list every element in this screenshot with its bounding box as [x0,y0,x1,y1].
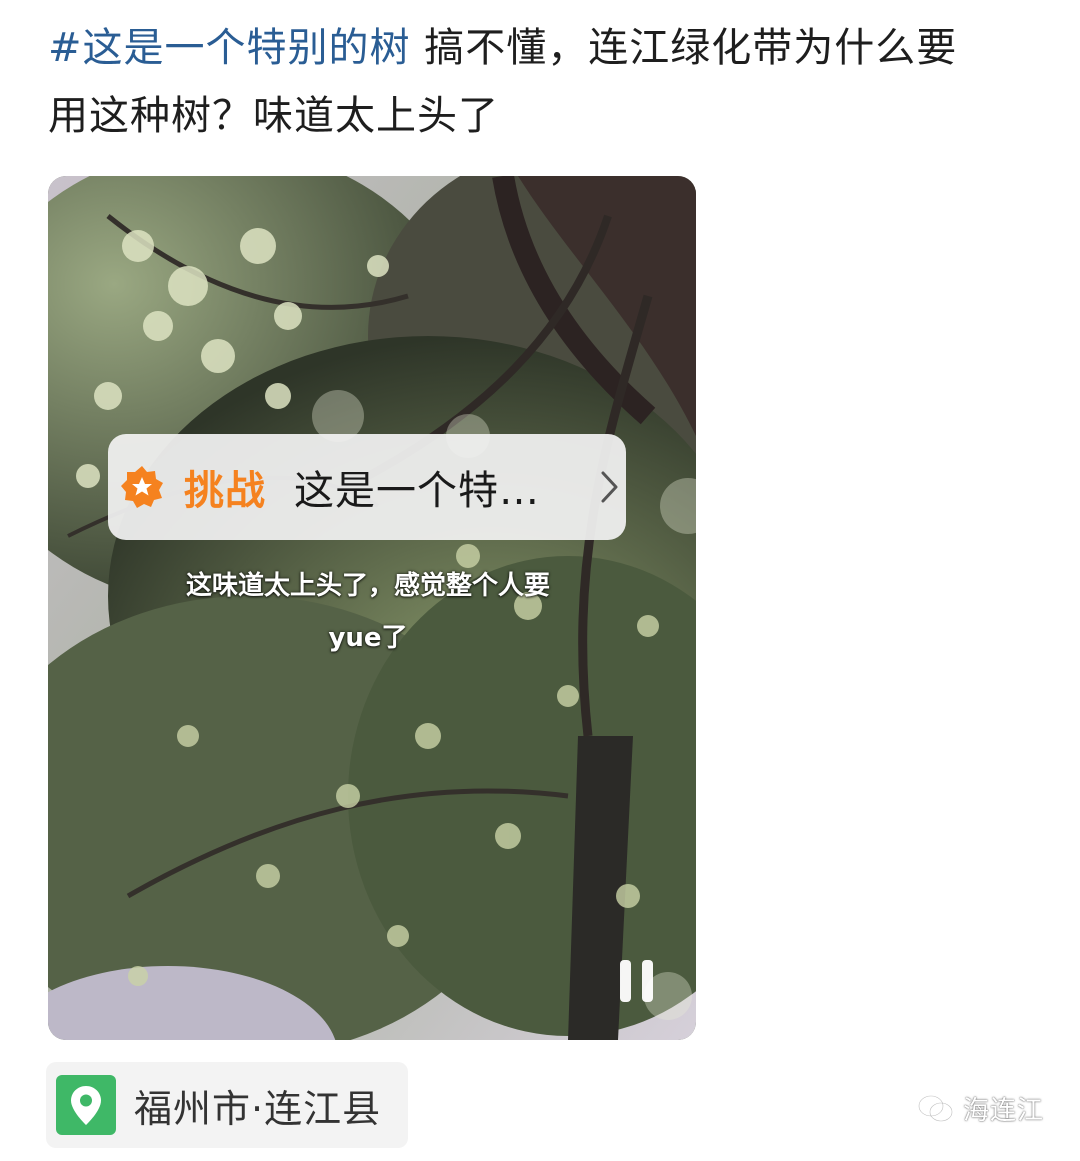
video-caption: 这味道太上头了，感觉整个人要 yue了 [128,560,608,664]
watermark: 海连江 [917,1090,1044,1127]
post-text-line1: 搞不懂，连江绿化带为什么要 [410,25,958,71]
video-player[interactable]: 挑战 这是一个特… 这味道太上头了，感觉整个人要 yue了 [48,176,696,1040]
pause-icon[interactable] [618,960,658,1004]
watermark-text: 海连江 [962,1096,1044,1126]
location-pin-icon [56,1075,116,1135]
post-text-line2: 用这种树？味道太上头了 [48,93,499,139]
wechat-icon [917,1094,954,1122]
location-tag[interactable]: 福州市·连江县 [46,1062,408,1148]
location-text: 福州市·连江县 [134,1086,382,1131]
pause-bar-left [620,960,631,1002]
hashtag-link[interactable]: #这是一个特别的树 [48,25,411,71]
caption-line1: 这味道太上头了，感觉整个人要 [185,571,550,601]
pause-bar-right [642,960,653,1002]
challenge-name: 这是一个特… [294,468,540,514]
post-text: #这是一个特别的树 搞不懂，连江绿化带为什么要 用这种树？味道太上头了 [48,14,1048,150]
challenge-icon [121,466,163,508]
chevron-right-icon [601,471,618,503]
caption-line2: yue了 [328,623,408,653]
challenge-label: 挑战 [184,468,266,514]
challenge-tag[interactable]: 挑战 这是一个特… [108,434,626,540]
